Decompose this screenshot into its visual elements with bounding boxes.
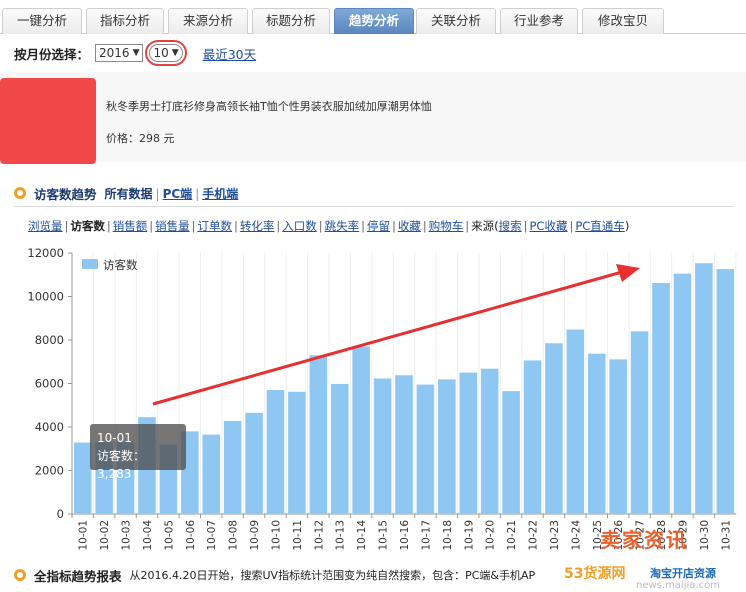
visitor-bar-chart: 0 2000 4000 6000 8000 10000 12000 10-01 10-02 10-… — [27, 246, 737, 551]
watermark-53: 53货源网 — [564, 566, 626, 582]
x-tick-label: 10-04 — [142, 520, 154, 551]
bar-10-28 — [652, 283, 670, 514]
bar-10-12 — [309, 355, 328, 514]
bar-10-08 — [223, 420, 242, 514]
x-tick-label: 10-01 — [78, 520, 90, 551]
x-tick-label: 10-24 — [570, 520, 582, 551]
x-tick-label: 10-05 — [163, 520, 175, 551]
page: 一键分析 指标分析 来源分析 标题分析 趋势分析 关联分析 行业参考 修改宝贝 按月份选择： … — [0, 0, 746, 592]
y-tick-label: 4000 — [35, 420, 64, 434]
report-title: 全指标趋势报表 — [34, 568, 122, 584]
report-note: 从2016.4.20日开始，搜索UV指标统计范围变为纯自然搜索，包含：PC端&手… — [129, 569, 536, 582]
x-tick-label: 10-21 — [506, 520, 518, 551]
x-tick-label: 10-09 — [249, 520, 261, 551]
watermark-resource: 淘宝开店资源 — [650, 567, 716, 580]
bar-10-14 — [352, 346, 370, 514]
watermark-maijia: 卖家资讯 — [600, 528, 688, 552]
bullet-circle-icon — [14, 569, 26, 581]
x-tick-label: 10-23 — [549, 520, 561, 551]
x-tick-label: 10-11 — [292, 520, 304, 551]
x-tick-label: 10-18 — [442, 520, 454, 551]
report-footer: 全指标趋势报表 从2016.4.20日开始，搜索UV指标统计范围变为纯自然搜索，… — [14, 566, 535, 584]
x-tick-label: 10-02 — [99, 520, 111, 551]
bar-10-13 — [330, 383, 349, 514]
x-tick-label: 10-13 — [335, 520, 347, 551]
y-tick-label: 6000 — [35, 377, 64, 391]
x-tick-label: 10-03 — [121, 520, 133, 551]
watermark-url: news.maijia.com — [636, 580, 720, 591]
x-tick-label: 10-30 — [699, 520, 711, 551]
x-tick-label: 10-19 — [463, 520, 475, 551]
bar-10-07 — [202, 434, 221, 514]
x-tick-label: 10-12 — [313, 520, 325, 551]
x-tick-label: 10-07 — [206, 520, 218, 551]
x-tick-label: 10-31 — [720, 520, 732, 551]
x-tick-label: 10-22 — [528, 520, 540, 551]
chart-tooltip: 10-01 访客数：3,283 — [90, 424, 186, 481]
bar-10-10 — [266, 390, 285, 514]
bar-10-25 — [587, 353, 606, 514]
y-tick-label: 8000 — [35, 333, 64, 347]
tooltip-date: 10-01 — [97, 431, 132, 445]
bar-10-16 — [395, 375, 413, 514]
x-tick-label: 10-06 — [185, 520, 197, 551]
legend-swatch — [82, 259, 98, 269]
x-tick-label: 10-08 — [228, 520, 240, 551]
bar-10-31 — [716, 269, 735, 514]
bar-10-11 — [288, 391, 306, 514]
y-tick-label: 0 — [57, 507, 64, 521]
bar-10-26 — [609, 359, 627, 514]
bar-10-24 — [566, 329, 585, 514]
y-tick-label: 10000 — [27, 290, 64, 304]
bar-10-15 — [373, 378, 392, 514]
x-tick-label: 10-20 — [485, 520, 497, 551]
bar-10-09 — [245, 412, 263, 514]
tooltip-value: 访客数：3,283 — [97, 449, 146, 481]
bar-10-21 — [502, 391, 520, 514]
x-tick-label: 10-16 — [399, 520, 411, 551]
legend-label: 访客数 — [103, 258, 138, 272]
x-tick-label: 10-10 — [270, 520, 282, 551]
bar-10-18 — [438, 379, 456, 514]
arrow-head-icon — [616, 264, 640, 282]
x-tick-label: 10-17 — [420, 520, 432, 551]
bar-10-22 — [523, 360, 542, 514]
bar-10-19 — [459, 372, 478, 514]
y-tick-label: 12000 — [27, 246, 64, 260]
bar-10-17 — [416, 384, 435, 514]
bar-10-27 — [630, 331, 649, 514]
bar-10-30 — [695, 263, 713, 514]
bar-10-23 — [545, 343, 563, 514]
y-tick-label: 2000 — [35, 464, 64, 478]
bar-10-29 — [673, 273, 692, 514]
bar-10-20 — [480, 368, 499, 514]
bar-10-01 — [73, 442, 92, 514]
x-tick-label: 10-15 — [378, 520, 390, 551]
x-tick-label: 10-14 — [356, 520, 368, 551]
